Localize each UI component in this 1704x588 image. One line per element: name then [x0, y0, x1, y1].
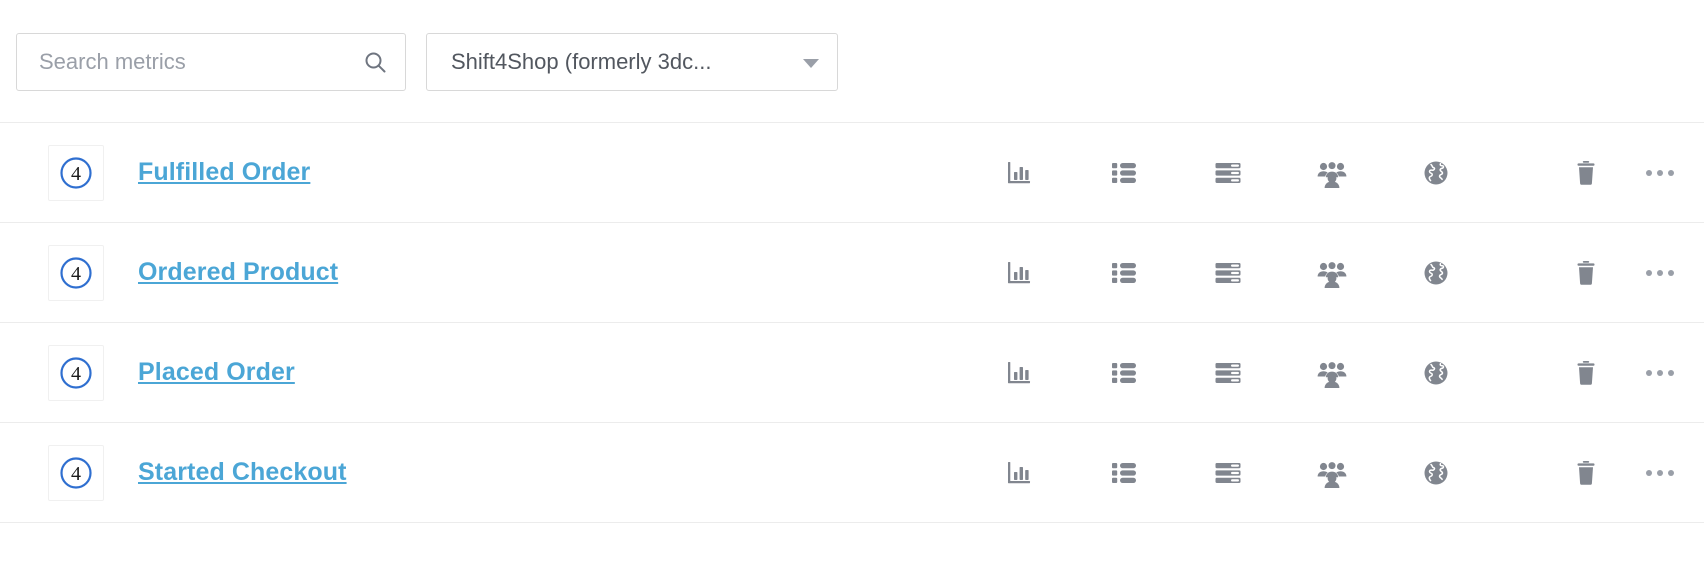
server-icon[interactable] [1176, 123, 1280, 223]
search-input[interactable] [17, 34, 405, 90]
row-actions [968, 423, 1688, 523]
server-icon[interactable] [1176, 223, 1280, 323]
search-icon[interactable] [363, 50, 387, 74]
shift4shop-logo-icon: 4 [48, 444, 104, 501]
metrics-page: Shift4Shop (formerly 3dc... 4 Fulfilled … [0, 0, 1704, 588]
actions-spacer [1488, 323, 1540, 423]
globe-icon[interactable] [1384, 123, 1488, 223]
bar-chart-icon[interactable] [968, 123, 1072, 223]
list-icon[interactable] [1072, 123, 1176, 223]
metric-row-main: 4 Placed Order [16, 344, 968, 401]
ellipsis-icon[interactable] [1632, 223, 1688, 323]
table-row[interactable]: 4 Started Checkout [0, 423, 1704, 523]
metric-row-main: 4 Fulfilled Order [16, 144, 968, 201]
actions-spacer [1488, 223, 1540, 323]
shift4shop-logo-icon: 4 [48, 244, 104, 301]
search-metrics-box[interactable] [16, 33, 406, 91]
bar-chart-icon[interactable] [968, 223, 1072, 323]
actions-spacer [1488, 123, 1540, 223]
trash-icon[interactable] [1540, 123, 1632, 223]
metrics-toolbar: Shift4Shop (formerly 3dc... [0, 0, 1704, 100]
people-group-icon[interactable] [1280, 423, 1384, 523]
row-actions [968, 323, 1688, 423]
list-icon[interactable] [1072, 223, 1176, 323]
row-actions [968, 223, 1688, 323]
metric-name-link[interactable]: Started Checkout [138, 458, 347, 487]
svg-text:4: 4 [71, 163, 81, 185]
metric-name-link[interactable]: Placed Order [138, 358, 295, 387]
table-row[interactable]: 4 Ordered Product [0, 223, 1704, 323]
bar-chart-icon[interactable] [968, 323, 1072, 423]
metric-name-link[interactable]: Ordered Product [138, 258, 338, 287]
svg-text:4: 4 [71, 463, 81, 485]
ellipsis-icon[interactable] [1632, 323, 1688, 423]
table-row[interactable]: 4 Fulfilled Order [0, 123, 1704, 223]
server-icon[interactable] [1176, 323, 1280, 423]
row-actions [968, 123, 1688, 223]
svg-text:4: 4 [71, 363, 81, 385]
list-icon[interactable] [1072, 323, 1176, 423]
trash-icon[interactable] [1540, 323, 1632, 423]
metric-row-main: 4 Ordered Product [16, 244, 968, 301]
globe-icon[interactable] [1384, 423, 1488, 523]
ellipsis-icon[interactable] [1632, 423, 1688, 523]
integration-filter-dropdown[interactable]: Shift4Shop (formerly 3dc... [426, 33, 838, 91]
list-icon[interactable] [1072, 423, 1176, 523]
metrics-list: 4 Fulfilled Order 4 Ordered Product 4 Pl… [0, 122, 1704, 523]
chevron-down-icon[interactable] [803, 59, 819, 68]
people-group-icon[interactable] [1280, 223, 1384, 323]
ellipsis-icon[interactable] [1632, 123, 1688, 223]
shift4shop-logo-icon: 4 [48, 144, 104, 201]
trash-icon[interactable] [1540, 423, 1632, 523]
actions-spacer [1488, 423, 1540, 523]
trash-icon[interactable] [1540, 223, 1632, 323]
metric-row-main: 4 Started Checkout [16, 444, 968, 501]
globe-icon[interactable] [1384, 223, 1488, 323]
metric-name-link[interactable]: Fulfilled Order [138, 158, 310, 187]
people-group-icon[interactable] [1280, 323, 1384, 423]
svg-text:4: 4 [71, 263, 81, 285]
table-row[interactable]: 4 Placed Order [0, 323, 1704, 423]
shift4shop-logo-icon: 4 [48, 344, 104, 401]
integration-filter-label: Shift4Shop (formerly 3dc... [451, 49, 712, 74]
bar-chart-icon[interactable] [968, 423, 1072, 523]
people-group-icon[interactable] [1280, 123, 1384, 223]
globe-icon[interactable] [1384, 323, 1488, 423]
server-icon[interactable] [1176, 423, 1280, 523]
